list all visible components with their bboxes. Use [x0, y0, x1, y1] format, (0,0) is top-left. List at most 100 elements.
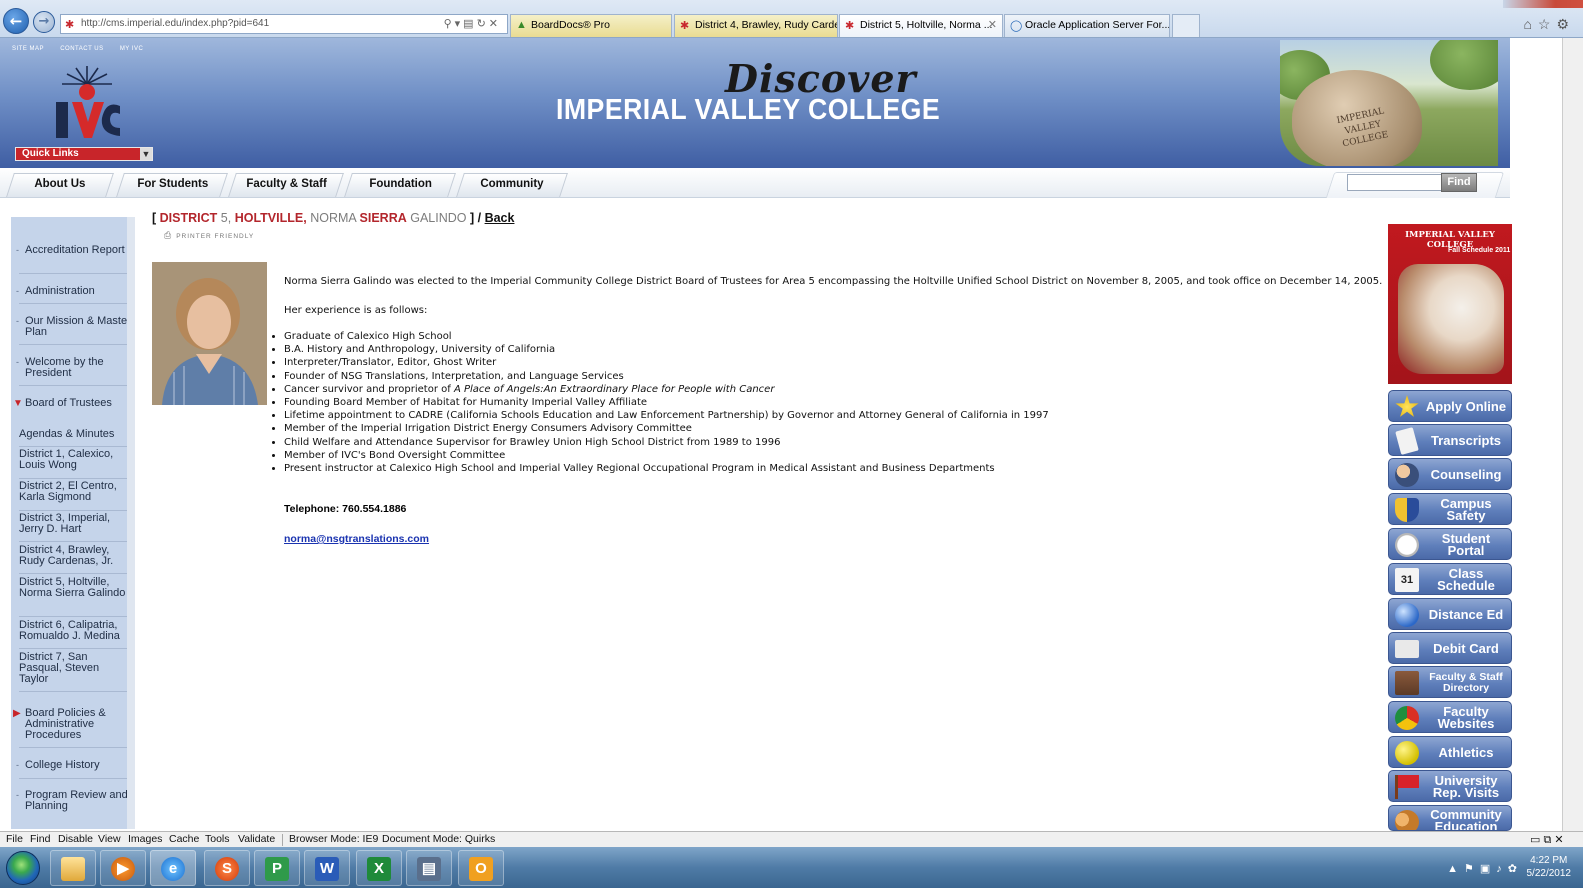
nav-about-us[interactable]: About Us [6, 173, 114, 197]
sidebar-item-district-1[interactable]: District 1, Calexico, Louis Wong [19, 449, 127, 471]
contact-us-link[interactable]: CONTACT US [60, 46, 103, 52]
address-tools-icons[interactable]: ⚲▾▤↻✕ [444, 17, 501, 30]
dev-menu-file[interactable]: File [6, 833, 23, 845]
nav-community[interactable]: Community [456, 173, 568, 197]
sidebar-item-label: Program Review and Planning [25, 789, 128, 812]
calendar-icon: 31 [1395, 568, 1419, 592]
nav-for-students[interactable]: For Students [116, 173, 228, 197]
sidebar-item-district-7[interactable]: District 7, San Pasqual, Steven Taylor [19, 652, 127, 685]
list-item: Founding Board Member of Habitat for Hum… [284, 396, 1049, 409]
printer-friendly-link[interactable]: ⎙ PRINTER FRIENDLY [164, 230, 254, 241]
faculty-staff-directory-button[interactable]: Faculty & Staff Directory [1388, 666, 1512, 698]
browser-mode-menu[interactable]: Browser Mode: IE9 [289, 833, 378, 845]
dev-menu-images[interactable]: Images [128, 833, 162, 845]
ivc-logo[interactable] [50, 62, 124, 142]
fall-schedule-ad[interactable]: IMPERIAL VALLEY COLLEGE Fall Schedule 20… [1388, 224, 1512, 384]
sidebar-item-label: Accreditation Report [25, 244, 125, 256]
sidebar-item-board-policies[interactable]: ▶ Board Policies & Administrative Procedu… [13, 708, 127, 741]
vertical-scrollbar[interactable] [1562, 38, 1583, 831]
back-link[interactable]: Back [485, 211, 515, 225]
shield-icon [1395, 498, 1419, 522]
list-item: Graduate of Calexico High School [284, 330, 1049, 343]
taskbar-snagit[interactable]: S [204, 850, 250, 886]
class-schedule-button[interactable]: 31 Class Schedule [1388, 563, 1512, 595]
dev-menu-validate[interactable]: Validate [238, 833, 275, 845]
quick-links-select[interactable]: Quick Links ▼ [15, 147, 153, 161]
dev-menu-cache[interactable]: Cache [169, 833, 199, 845]
nav-label: For Students [136, 178, 208, 190]
nav-faculty-staff[interactable]: Faculty & Staff [228, 173, 344, 197]
sidebar-item-district-6[interactable]: District 6, Calipatria, Romualdo J. Medi… [19, 620, 127, 642]
student-portal-button[interactable]: Student Portal [1388, 528, 1512, 560]
search-input[interactable] [1347, 174, 1442, 191]
sidebar-item-program-review[interactable]: - Program Review and Planning [16, 789, 128, 812]
sidebar-item-welcome[interactable]: - Welcome by the President [16, 357, 127, 379]
community-education-button[interactable]: Community Education [1388, 805, 1512, 831]
expanded-triangle-icon: ▼ [13, 398, 23, 409]
clock-time: 4:22 PM [1530, 855, 1568, 866]
back-button[interactable]: ← [3, 8, 29, 34]
sidebar-item-board-of-trustees[interactable]: ▼ Board of Trustees [13, 397, 127, 410]
counseling-button[interactable]: Counseling [1388, 458, 1512, 490]
sidebar-item-label: Board of Trustees [25, 397, 112, 409]
tab-boarddocs[interactable]: ▲ BoardDocs® Pro [510, 14, 672, 37]
sidebar-item-district-4[interactable]: District 4, Brawley, Rudy Cardenas, Jr. [19, 545, 127, 567]
my-ivc-link[interactable]: MY IVC [120, 46, 144, 52]
dev-menu-find[interactable]: Find [30, 833, 50, 845]
nav-foundation[interactable]: Foundation [344, 173, 456, 197]
faculty-websites-button[interactable]: Faculty Websites [1388, 701, 1512, 733]
tab-district-5[interactable]: ✱ District 5, Holtville, Norma ... ✕ [839, 14, 1003, 37]
list-item: Member of IVC's Bond Oversight Committee [284, 449, 1049, 462]
start-button[interactable] [6, 851, 40, 885]
taskbar-excel[interactable]: X [356, 850, 402, 886]
tab-oracle[interactable]: ◯ Oracle Application Server For... [1004, 14, 1170, 37]
find-button[interactable]: Find [1441, 173, 1477, 192]
sidebar-item-mission[interactable]: - Our Mission & Master Plan [16, 316, 127, 338]
title-middle-name: SIERRA [359, 211, 407, 225]
bullet-dash-icon: - [16, 357, 19, 367]
sidebar-item-accreditation[interactable]: - Accreditation Report [16, 244, 127, 256]
sidebar-item-agendas[interactable]: Agendas & Minutes [19, 429, 127, 440]
dev-menu-tools[interactable]: Tools [205, 833, 230, 845]
printer-friendly-label: PRINTER FRIENDLY [176, 233, 255, 240]
taskbar-outlook[interactable]: O [458, 850, 504, 886]
bullet-dash-icon: - [16, 790, 19, 800]
divider [19, 747, 127, 748]
debit-card-button[interactable]: Debit Card [1388, 632, 1512, 664]
transcripts-button[interactable]: Transcripts [1388, 424, 1512, 456]
dev-menu-view[interactable]: View [98, 833, 121, 845]
distance-ed-button[interactable]: Distance Ed [1388, 598, 1512, 630]
forward-button[interactable]: → [33, 11, 55, 33]
dev-window-controls-icons[interactable]: ▭ ⧉ ✕ [1530, 833, 1564, 847]
developer-tools-bar: File Find Disable View Images Cache Tool… [0, 831, 1583, 847]
email-link[interactable]: norma@nsgtranslations.com [284, 533, 429, 545]
sidebar-item-district-2[interactable]: District 2, El Centro, Karla Sigmond [19, 481, 127, 503]
sidebar-item-college-history[interactable]: - College History [16, 760, 127, 771]
window-controls[interactable] [1503, 0, 1583, 8]
home-favorites-settings-icons[interactable]: ⌂☆⚙ [1523, 16, 1575, 33]
system-tray-icons[interactable]: ▲⚑▣♪✿ [1447, 862, 1523, 875]
sidebar-item-district-3[interactable]: District 3, Imperial, Jerry D. Hart [19, 513, 127, 535]
campus-safety-button[interactable]: Campus Safety [1388, 493, 1512, 525]
new-tab-button[interactable] [1172, 14, 1200, 37]
taskbar-explorer[interactable] [50, 850, 96, 886]
taskbar-publisher[interactable]: P [254, 850, 300, 886]
sidebar-item-administration[interactable]: - Administration [16, 286, 127, 297]
people-icon [1395, 463, 1419, 487]
taskbar-internet-explorer[interactable]: e [150, 850, 196, 886]
document-mode-menu[interactable]: Document Mode: Quirks [382, 833, 495, 845]
athletics-button[interactable]: Athletics [1388, 736, 1512, 768]
close-tab-icon[interactable]: ✕ [988, 18, 997, 31]
dev-menu-disable[interactable]: Disable [58, 833, 93, 845]
address-bar[interactable]: ✱ http://cms.imperial.edu/index.php?pid=… [60, 14, 508, 34]
divider [282, 834, 283, 846]
system-clock[interactable]: 4:22 PM 5/22/2012 [1527, 854, 1572, 880]
tab-district-4[interactable]: ✱ District 4, Brawley, Rudy Carde... [674, 14, 838, 37]
sidebar-item-district-5[interactable]: District 5, Holtville, Norma Sierra Gali… [19, 577, 127, 599]
site-map-link[interactable]: SITE MAP [12, 46, 44, 52]
university-rep-visits-button[interactable]: University Rep. Visits [1388, 770, 1512, 802]
taskbar-word[interactable]: W [304, 850, 350, 886]
apply-online-button[interactable]: Apply Online [1388, 390, 1512, 422]
taskbar-network-app[interactable]: ▤ [406, 850, 452, 886]
taskbar-media-player[interactable]: ▶ [100, 850, 146, 886]
